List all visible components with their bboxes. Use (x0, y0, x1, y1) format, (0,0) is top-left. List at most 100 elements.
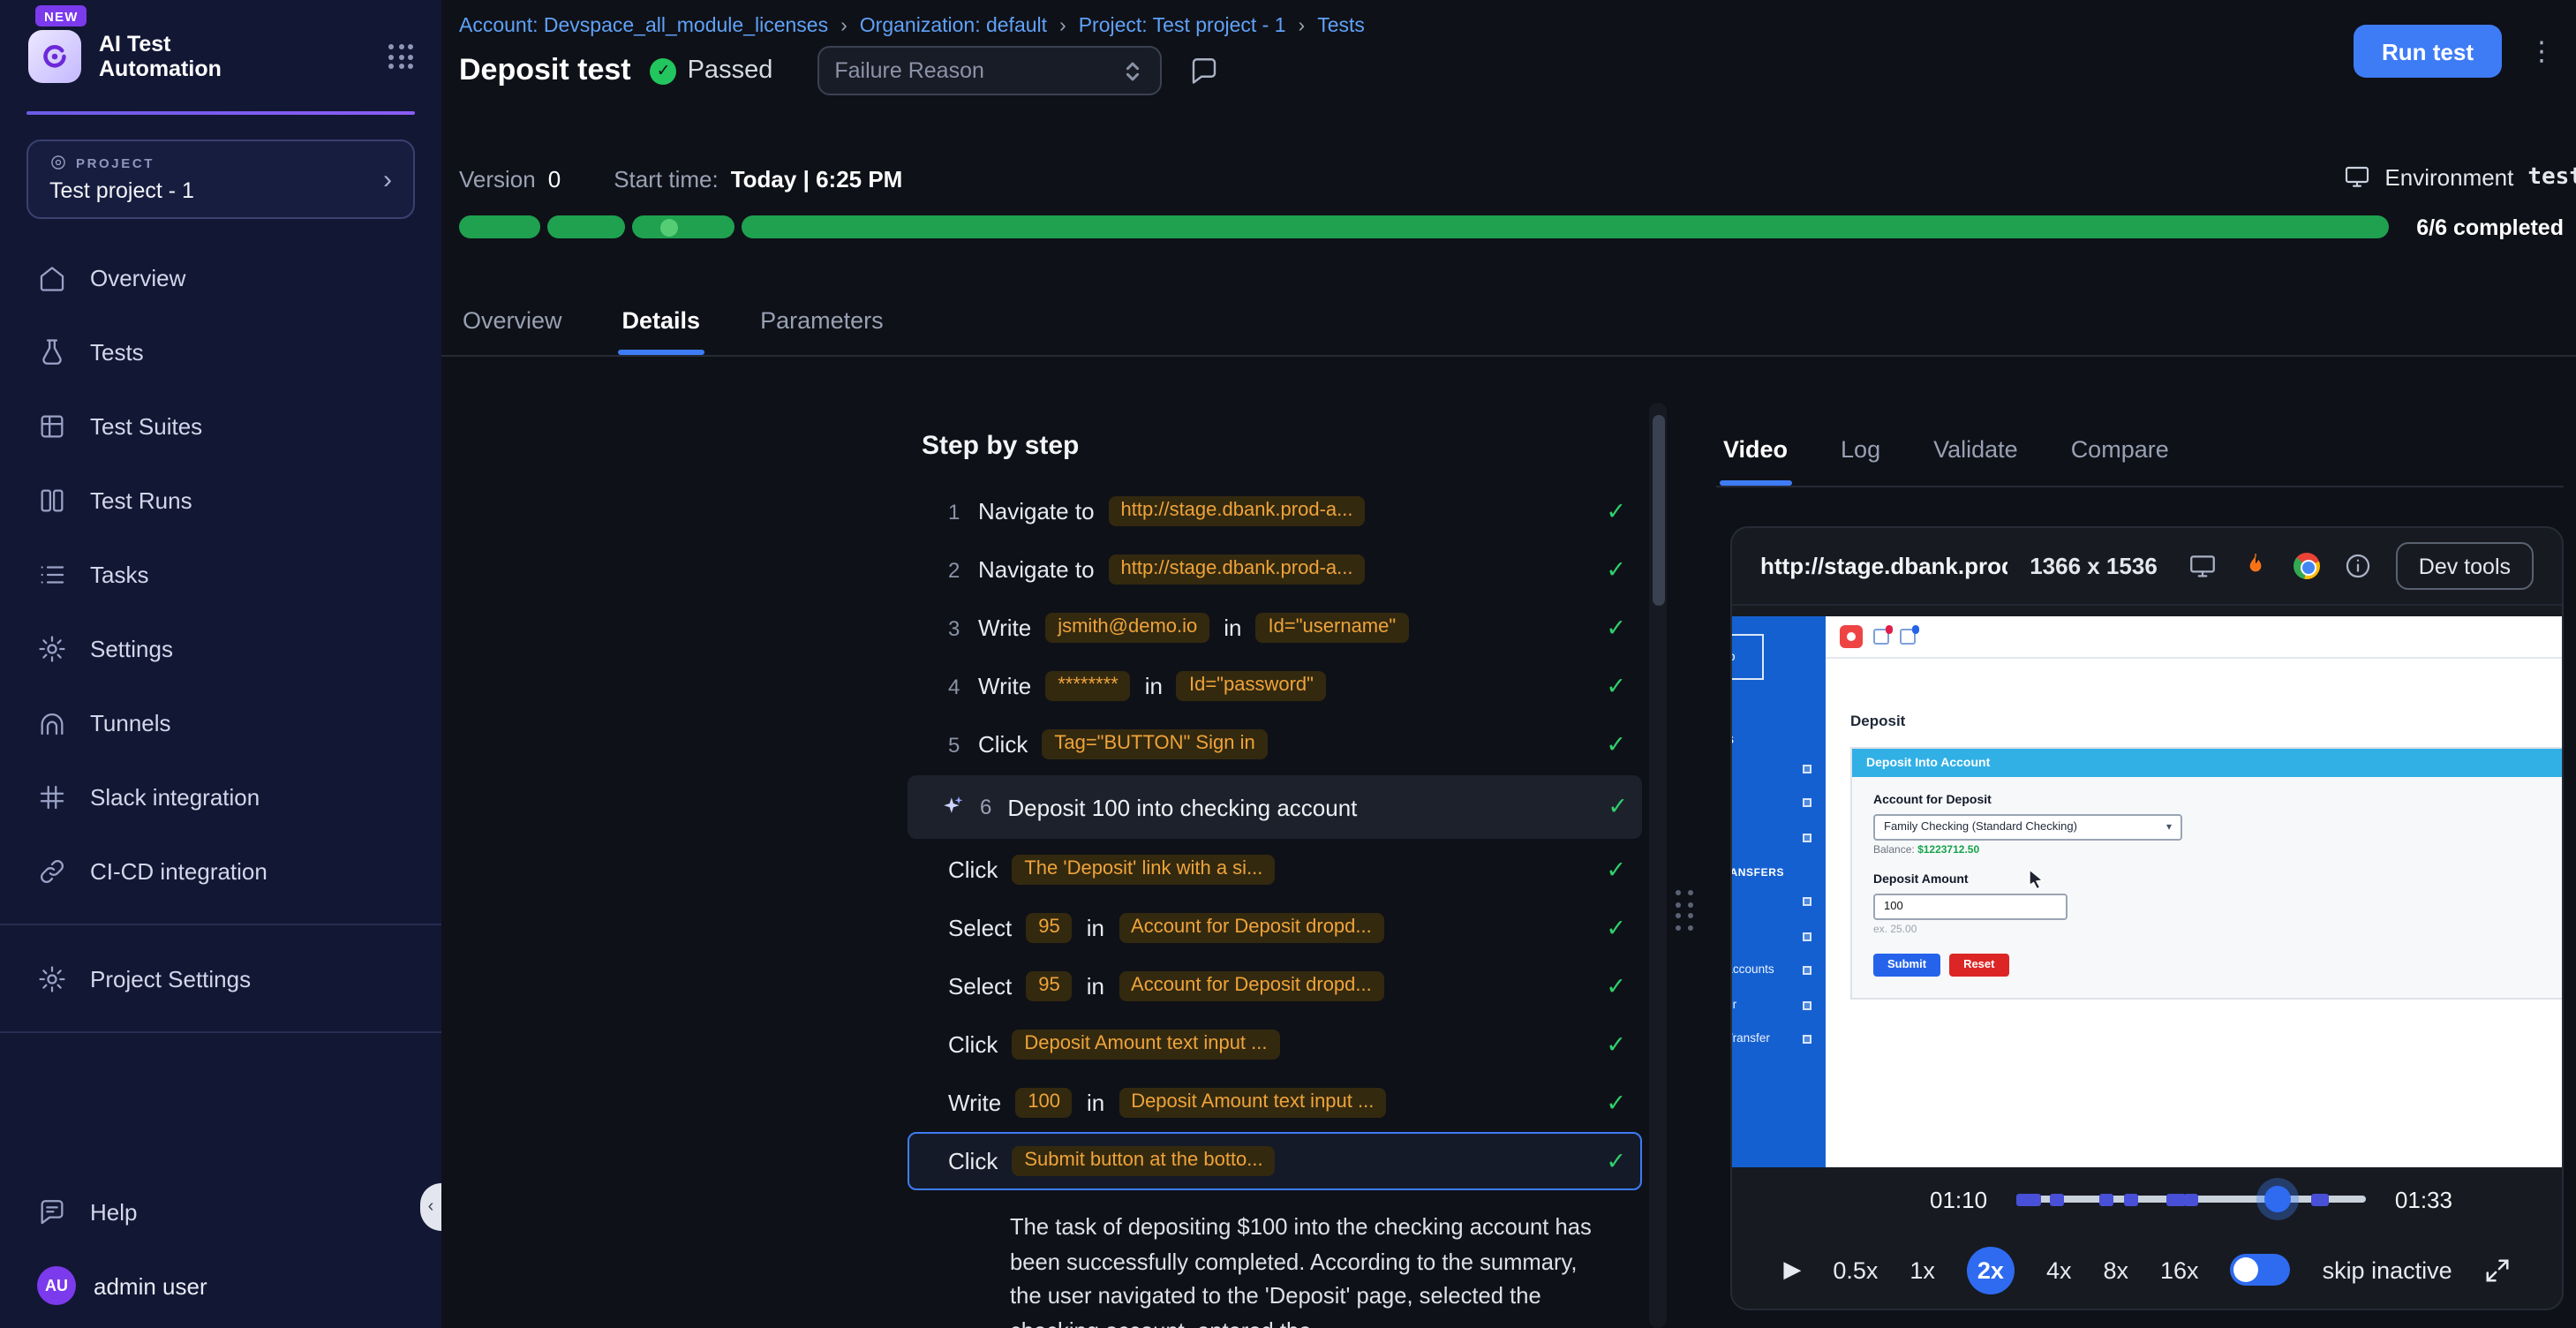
step-target-tag: Deposit Amount text input ... (1012, 1030, 1279, 1060)
activity-marker (2184, 1193, 2198, 1205)
skip-inactive-toggle[interactable] (2231, 1254, 2291, 1286)
page-title: Deposit test (459, 53, 631, 88)
step-group-row-6[interactable]: 6 Deposit 100 into checking account (908, 775, 1642, 839)
project-selector[interactable]: PROJECT Test project - 1 (26, 140, 415, 219)
tab-log[interactable]: Log (1837, 413, 1884, 486)
breadcrumb-account[interactable]: Account: Devspace_all_module_licenses (459, 16, 828, 37)
substep-row-click-amount[interactable]: Click Deposit Amount text input ... (908, 1015, 1642, 1074)
info-icon[interactable] (2343, 551, 2373, 581)
ai-sparkle-icon (943, 796, 964, 818)
apps-grid-icon[interactable] (388, 44, 413, 69)
list-icon (37, 559, 67, 589)
substep-row-select-2[interactable]: Select 95 in Account for Deposit dropd..… (908, 957, 1642, 1015)
play-button[interactable] (1783, 1256, 1801, 1284)
tab-video[interactable]: Video (1720, 413, 1791, 486)
substep-row-click-deposit[interactable]: Click The 'Deposit' link with a si... (908, 841, 1642, 899)
speed-0.5x-button[interactable]: 0.5x (1833, 1256, 1878, 1283)
step-row-3[interactable]: 3 Write jsmith@demo.io in Id="username" (908, 599, 1642, 657)
activity-marker (2015, 1193, 2040, 1205)
step-action: Click (948, 1031, 998, 1058)
bank-submit-button: Submit (1873, 954, 1940, 977)
sidebar-item-settings[interactable]: Settings (0, 611, 441, 685)
step-target-tag: The 'Deposit' link with a si... (1012, 855, 1275, 885)
sidebar: NEW AI Test Automation PROJE (0, 0, 441, 1328)
step-value-tag: jsmith@demo.io (1045, 613, 1209, 643)
speed-2x-button[interactable]: 2x (1967, 1246, 2015, 1294)
breadcrumb-separator: › (1059, 16, 1066, 37)
dev-tools-button[interactable]: Dev tools (2396, 542, 2534, 590)
sidebar-item-tunnels[interactable]: Tunnels (0, 685, 441, 759)
activity-marker (2166, 1193, 2186, 1205)
fullscreen-icon[interactable] (2484, 1256, 2511, 1283)
steps-scrollbar[interactable] (1649, 403, 1667, 1328)
comment-icon[interactable] (1187, 55, 1219, 87)
sidebar-item-slack-integration[interactable]: Slack integration (0, 759, 441, 834)
video-frame[interactable]: Logo Home BANKING ACCOUNTS Checking (1732, 606, 2562, 1167)
chevron-right-icon (383, 164, 392, 194)
step-passed-icon (1606, 497, 1626, 525)
sidebar-item-tasks[interactable]: Tasks (0, 537, 441, 611)
tab-validate[interactable]: Validate (1930, 413, 2022, 486)
environment-value: test (2527, 163, 2576, 190)
deposit-card: Deposit Into Account Account for Deposit… (1850, 747, 2562, 1000)
step-passed-icon (1606, 1030, 1626, 1059)
step-row-1[interactable]: 1 Navigate to http://stage.dbank.prod-a.… (908, 482, 1642, 540)
more-menu-icon[interactable] (2528, 35, 2555, 67)
sidebar-item-overview[interactable]: Overview (0, 240, 441, 314)
step-value-tag: 100 (1015, 1088, 1073, 1118)
speed-8x-button[interactable]: 8x (2103, 1256, 2128, 1283)
failure-reason-select[interactable]: Failure Reason (817, 46, 1161, 95)
bank-page-title: Deposit (1850, 712, 1905, 729)
step-passed-icon (1606, 1089, 1626, 1117)
run-test-button[interactable]: Run test (2354, 25, 2502, 78)
speed-16x-button[interactable]: 16x (2160, 1256, 2199, 1283)
player-controls: 0.5x 1x 2x 4x 8x 16x skip inactive (1732, 1231, 2562, 1309)
step-target-tag: http://stage.dbank.prod-a... (1109, 555, 1366, 585)
step-target-tag: Account for Deposit dropd... (1119, 971, 1384, 1001)
tab-overview[interactable]: Overview (459, 284, 566, 355)
checkbox-icon (1803, 932, 1811, 941)
sidebar-item-tests[interactable]: Tests (0, 314, 441, 389)
environment-icon (2342, 162, 2370, 191)
test-progress-bar: 6/6 completed (459, 215, 2564, 238)
step-row-2[interactable]: 2 Navigate to http://stage.dbank.prod-a.… (908, 540, 1642, 599)
speed-1x-button[interactable]: 1x (1909, 1256, 1935, 1283)
timeline-playhead[interactable] (2265, 1186, 2292, 1212)
breadcrumb-organization[interactable]: Organization: default (860, 16, 1047, 37)
activity-marker (2051, 1193, 2065, 1205)
breadcrumb-tests[interactable]: Tests (1317, 16, 1365, 37)
video-tabs: Video Log Validate Compare (1716, 413, 2564, 487)
bank-nav-checking: Checking (1732, 751, 1826, 786)
sidebar-item-cicd-integration[interactable]: CI-CD integration (0, 834, 441, 908)
start-time-label: Start time: (614, 166, 719, 192)
speed-4x-button[interactable]: 4x (2046, 1256, 2072, 1283)
deposit-amount-input: 100 (1873, 894, 2068, 920)
bank-reset-button: Reset (1949, 954, 2008, 977)
breadcrumb-separator: › (1299, 16, 1306, 37)
scrollbar-thumb[interactable] (1652, 415, 1664, 606)
breadcrumb-project[interactable]: Project: Test project - 1 (1079, 16, 1286, 37)
bank-section-transactions: TRANSACTIONS / TRANSFERS (1732, 855, 1826, 885)
tab-parameters[interactable]: Parameters (757, 284, 887, 355)
deposit-amount-label: Deposit Amount (1873, 874, 2562, 887)
sidebar-item-help[interactable]: Help (0, 1174, 441, 1249)
substep-row-select-1[interactable]: Select 95 in Account for Deposit dropd..… (908, 899, 1642, 957)
step-row-4[interactable]: 4 Write ******** in Id="password" (908, 657, 1642, 715)
substep-row-write-amount[interactable]: Write 100 in Deposit Amount text input .… (908, 1074, 1642, 1132)
bank-nav-home: Home (1732, 687, 1826, 721)
step-passed-icon (1606, 856, 1626, 884)
step-target-tag: Account for Deposit dropd... (1119, 913, 1384, 943)
sidebar-item-project-settings[interactable]: Project Settings (0, 941, 441, 1015)
session-url: http://stage.dbank.prod-apps.relicx.ai:8… (1760, 553, 2007, 579)
app-title: AI Test Automation (99, 32, 222, 81)
tab-compare[interactable]: Compare (2068, 413, 2173, 486)
timeline-track[interactable] (2015, 1196, 2367, 1203)
sidebar-item-test-runs[interactable]: Test Runs (0, 463, 441, 537)
tab-details[interactable]: Details (619, 284, 704, 355)
steps-panel-title: Step by step (897, 431, 1653, 461)
sidebar-item-test-suites[interactable]: Test Suites (0, 389, 441, 463)
step-row-5[interactable]: 5 Click Tag="BUTTON" Sign in (908, 715, 1642, 773)
panel-resize-handle[interactable] (1676, 890, 1692, 930)
substep-row-click-submit-selected[interactable]: Click Submit button at the botto... (908, 1132, 1642, 1190)
user-menu[interactable]: AU admin user (0, 1249, 441, 1328)
